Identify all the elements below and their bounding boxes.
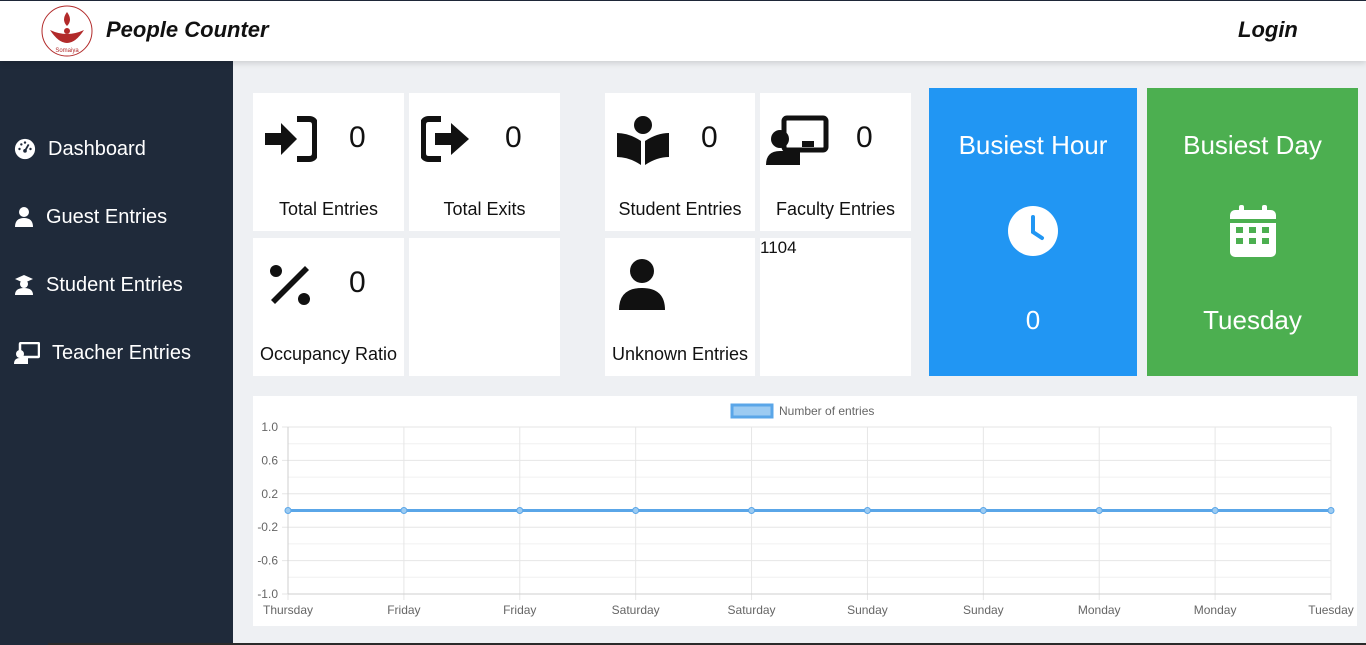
total-exits-label: Total Exits — [443, 199, 526, 219]
misc-value: 1104 — [760, 238, 797, 257]
teacher-icon — [14, 342, 40, 364]
y-tick-label: 0.6 — [261, 453, 278, 467]
x-tick-label: Friday — [387, 603, 420, 617]
student-entries-label: Student Entries — [618, 199, 742, 219]
x-tick-label: Tuesday — [1308, 603, 1354, 617]
unknown-entries-label: Unknown Entries — [611, 344, 749, 364]
total-entries-card: 0 Total Entries — [253, 93, 404, 231]
user-icon — [619, 259, 665, 310]
app-title: People Counter — [106, 17, 269, 42]
busiest-day-title: Busiest Day — [1183, 130, 1322, 160]
calendar-icon — [1229, 205, 1276, 257]
data-point — [1095, 507, 1103, 514]
legend-label: Number of entries — [779, 404, 874, 418]
sidebar-item-label: Teacher Entries — [52, 341, 191, 364]
x-tick-label: Monday — [1194, 603, 1237, 617]
chart-svg: 1.0 0.6 0.2 -0.2 -0.6 -1.0 Thursday Friday Frida… — [257, 403, 1354, 617]
x-tick-label: Monday — [1078, 603, 1121, 617]
y-tick-label: -0.2 — [257, 520, 278, 534]
busiest-hour-card: Busiest Hour 0 — [929, 88, 1137, 376]
book-reader-icon — [617, 116, 669, 165]
unknown-entries-card: Unknown Entries — [605, 238, 755, 376]
sidebar-item-dashboard[interactable]: Dashboard — [14, 134, 146, 164]
x-tick-label: Sunday — [847, 603, 888, 617]
busiest-day-value: Tuesday — [1203, 305, 1302, 335]
y-tick-label: -0.6 — [257, 554, 278, 568]
sidebar-item-student-entries[interactable]: Student Entries — [14, 270, 183, 300]
entries-line-chart: 1.0 0.6 0.2 -0.2 -0.6 -1.0 Thursday Friday Frida… — [253, 396, 1357, 626]
occupancy-ratio-card: 0 Occupancy Ratio — [253, 238, 404, 376]
clock-icon — [1008, 206, 1058, 256]
faculty-entries-value: 0 — [856, 121, 873, 154]
x-tick-label: Sunday — [963, 603, 1004, 617]
x-tick-label: Saturday — [728, 603, 776, 617]
sidebar-item-label: Guest Entries — [46, 205, 168, 228]
busiest-hour-value: 0 — [1025, 305, 1041, 335]
busiest-day-card: Busiest Day Tuesday — [1147, 88, 1358, 376]
faculty-entries-label: Faculty Entries — [775, 199, 896, 219]
total-entries-value: 0 — [349, 121, 366, 154]
percent-icon — [270, 265, 310, 305]
total-entries-label: Total Entries — [278, 199, 379, 219]
faculty-entries-card: 0 Faculty Entries — [760, 93, 911, 231]
sidebar-item-label: Dashboard — [48, 137, 146, 160]
x-tick-label: Thursday — [263, 603, 313, 617]
total-exits-value: 0 — [505, 121, 522, 154]
data-point — [400, 507, 408, 514]
data-point — [632, 507, 640, 514]
data-point — [863, 507, 871, 514]
data-point — [979, 507, 987, 514]
dashboard-icon — [14, 138, 36, 160]
graduate-icon — [15, 275, 33, 295]
data-point — [1327, 507, 1335, 514]
sidebar-item-label: Student Entries — [46, 273, 183, 296]
legend-swatch — [730, 403, 774, 419]
total-exits-card: 0 Total Exits — [409, 93, 560, 231]
sidebar-item-teacher-entries[interactable]: Teacher Entries — [14, 338, 191, 368]
y-tick-label: -1.0 — [257, 587, 278, 601]
sidebar: Dashboard Guest Entries Student Entries … — [0, 61, 233, 645]
occupancy-ratio-label: Occupancy Ratio — [259, 344, 398, 364]
sidebar-item-guest-entries[interactable]: Guest Entries — [14, 202, 167, 232]
user-icon — [15, 207, 33, 227]
chalkboard-teacher-icon — [766, 115, 829, 165]
y-tick-label: 0.2 — [261, 487, 278, 501]
x-tick-label: Saturday — [612, 603, 660, 617]
data-point — [748, 507, 756, 514]
student-entries-card: 0 Student Entries — [605, 93, 755, 231]
data-point — [284, 507, 292, 514]
sign-out-icon — [421, 116, 469, 162]
top-navbar: Somaiya People Counter Login — [0, 0, 1366, 61]
data-point — [1211, 507, 1219, 514]
student-entries-value: 0 — [701, 121, 718, 154]
y-tick-label: 1.0 — [261, 420, 278, 434]
somaiya-logo: Somaiya — [41, 5, 93, 57]
login-link[interactable]: Login — [1238, 17, 1298, 43]
sign-in-icon — [265, 116, 317, 162]
occupancy-ratio-value: 0 — [349, 266, 366, 299]
data-point — [516, 507, 524, 514]
misc-card: 1104 — [760, 238, 911, 376]
svg-text:Somaiya: Somaiya — [55, 48, 79, 54]
empty-card — [409, 238, 560, 376]
x-tick-label: Friday — [503, 603, 536, 617]
busiest-hour-title: Busiest Hour — [958, 130, 1108, 160]
